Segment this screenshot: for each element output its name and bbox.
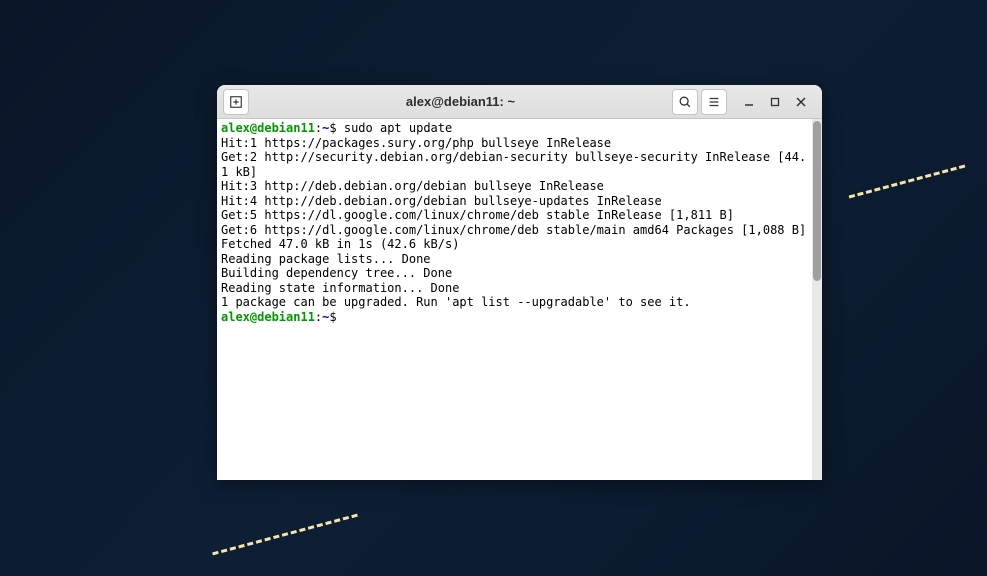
new-tab-button[interactable]	[223, 89, 249, 115]
new-tab-icon	[229, 95, 243, 109]
prompt-path: ~	[322, 121, 329, 135]
terminal-window: alex@debian11: ~	[217, 85, 822, 480]
menu-button[interactable]	[701, 89, 727, 115]
scrollbar-thumb[interactable]	[813, 121, 821, 281]
window-title: alex@debian11: ~	[252, 94, 669, 109]
maximize-icon	[769, 96, 781, 108]
terminal-body[interactable]: alex@debian11:~$ sudo apt update Hit:1 h…	[217, 119, 822, 480]
close-button[interactable]	[794, 95, 808, 109]
minimize-icon	[743, 96, 755, 108]
scrollbar[interactable]	[812, 119, 822, 480]
terminal-content[interactable]: alex@debian11:~$ sudo apt update Hit:1 h…	[217, 119, 812, 480]
background-decoration-line	[849, 165, 966, 199]
hamburger-icon	[707, 95, 721, 109]
maximize-button[interactable]	[768, 95, 782, 109]
titlebar[interactable]: alex@debian11: ~	[217, 85, 822, 119]
search-button[interactable]	[672, 89, 698, 115]
minimize-button[interactable]	[742, 95, 756, 109]
close-icon	[795, 96, 807, 108]
prompt-user-host: alex@debian11	[221, 121, 315, 135]
prompt-path: ~	[322, 310, 329, 324]
prompt-user-host: alex@debian11	[221, 310, 315, 324]
search-icon	[678, 95, 692, 109]
background-decoration-line	[212, 514, 358, 556]
